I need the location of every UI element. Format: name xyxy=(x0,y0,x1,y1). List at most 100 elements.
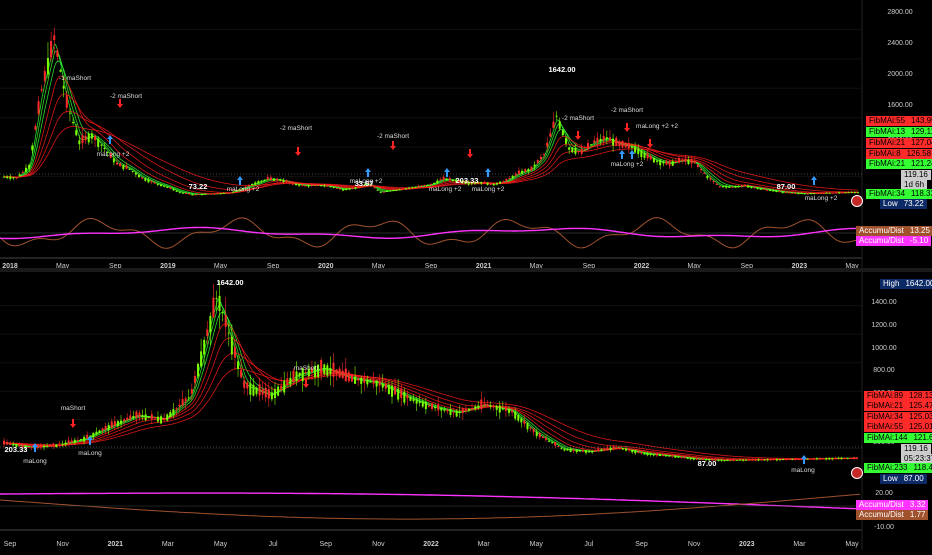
price-extreme-label: 1642.00 xyxy=(548,65,575,74)
candle-body xyxy=(110,421,113,428)
candle-body xyxy=(332,362,335,377)
candle-body xyxy=(295,371,298,382)
candle-body xyxy=(169,187,172,189)
candle-body xyxy=(188,193,191,195)
candle-body xyxy=(273,389,276,399)
candle-body xyxy=(194,194,197,196)
candle-body xyxy=(437,404,440,411)
candle-body xyxy=(656,160,659,162)
candle-body xyxy=(273,178,276,181)
signal-annotation: maLong +2 xyxy=(350,178,383,185)
candle-body xyxy=(729,459,732,461)
candle-body xyxy=(483,181,486,184)
candle-body xyxy=(86,434,89,439)
candle-body xyxy=(230,336,233,355)
candle-body xyxy=(197,194,200,196)
candle-body xyxy=(132,416,135,418)
candle-body xyxy=(153,417,156,419)
candle-body xyxy=(397,388,400,400)
candle-body xyxy=(431,403,434,409)
candle-body xyxy=(728,186,731,188)
candle-body xyxy=(855,457,858,459)
candle-body xyxy=(533,164,536,167)
candle-body xyxy=(348,188,351,190)
candle-body xyxy=(61,443,64,445)
candle-body xyxy=(366,379,369,385)
candle-body xyxy=(254,182,257,185)
candle-body xyxy=(521,170,524,174)
candle-body xyxy=(819,193,822,195)
candle-body xyxy=(150,181,153,183)
candle-body xyxy=(725,186,728,188)
candle-body xyxy=(76,439,79,441)
candle-body xyxy=(219,193,222,195)
candle-body xyxy=(267,389,270,399)
candle-body xyxy=(590,144,593,146)
candle-body xyxy=(486,403,489,406)
y-tick-label: 2800.00 xyxy=(887,9,912,16)
candle-body xyxy=(709,178,712,180)
candle-body xyxy=(835,192,838,194)
candle-body xyxy=(514,411,517,419)
candle-body xyxy=(107,424,110,431)
panel-separator[interactable] xyxy=(0,268,932,272)
candle-body xyxy=(446,409,449,412)
candle-body xyxy=(122,164,125,169)
candle-body xyxy=(294,184,297,186)
price-extreme-label: 203.33 xyxy=(5,445,28,454)
candle-body xyxy=(112,158,115,163)
candle-body xyxy=(498,405,501,413)
candle-body xyxy=(129,415,132,420)
candle-body xyxy=(721,186,724,188)
candle-body xyxy=(160,416,163,424)
candle-body xyxy=(97,138,100,147)
candle-body xyxy=(726,460,729,462)
candle-body xyxy=(505,179,508,182)
candle-body xyxy=(612,446,615,449)
chart-stage[interactable]: 2018 May Sep 2019 May Sep 2020 May Sep 2021 May Sep… xyxy=(0,0,932,550)
sell-signal-arrow-icon xyxy=(303,379,309,388)
candle-body xyxy=(376,189,379,191)
candle-body xyxy=(18,174,21,177)
candle-body xyxy=(471,408,474,410)
currency-flag-icon[interactable] xyxy=(851,467,863,479)
candle-body xyxy=(292,370,295,382)
candle-body xyxy=(649,454,652,456)
candle-body xyxy=(203,193,206,195)
candle-body xyxy=(652,157,655,163)
candle-body xyxy=(156,416,159,422)
candle-body xyxy=(797,458,800,460)
x-tick-label: Jul xyxy=(584,541,593,548)
candle-body xyxy=(141,177,144,179)
x-tick-label: Mar xyxy=(478,541,491,548)
candle-body xyxy=(138,174,141,178)
currency-flag-icon[interactable] xyxy=(851,195,863,207)
candle-body xyxy=(502,181,505,183)
candle-body xyxy=(474,406,477,409)
candle-body xyxy=(508,408,511,413)
candle-body xyxy=(615,447,618,449)
candle-body xyxy=(680,456,683,458)
candle-body xyxy=(200,194,203,196)
candle-body xyxy=(313,184,316,186)
candle-body xyxy=(347,372,350,382)
x-tick-label: 2021 xyxy=(107,541,123,548)
candle-body xyxy=(615,137,618,146)
chart-canvas[interactable]: 2018 May Sep 2019 May Sep 2020 May Sep 2021 May Sep… xyxy=(0,0,932,550)
candle-body xyxy=(846,458,849,460)
candle-body xyxy=(78,140,81,145)
candle-body xyxy=(529,427,532,429)
y-tick-label: -10.00 xyxy=(874,524,894,531)
candle-body xyxy=(81,135,84,144)
candle-body xyxy=(261,388,264,395)
candle-body xyxy=(203,339,206,355)
candle-body xyxy=(549,133,552,137)
candle-body xyxy=(50,40,53,58)
candle-body xyxy=(696,164,699,167)
candle-body xyxy=(661,455,664,457)
candle-body xyxy=(618,141,621,147)
candle-body xyxy=(678,157,681,163)
x-tick-label: May xyxy=(845,541,859,548)
candle-body xyxy=(692,458,695,460)
candle-body xyxy=(624,142,627,148)
